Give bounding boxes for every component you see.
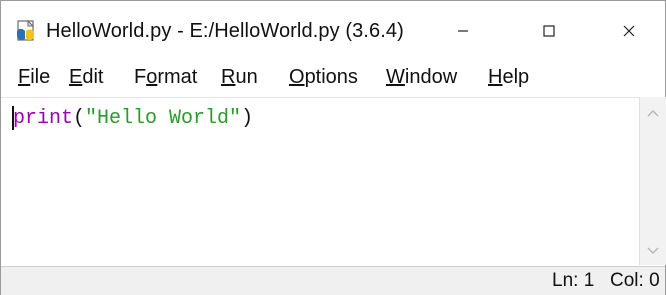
close-icon	[623, 25, 635, 37]
menu-help[interactable]: Help	[488, 66, 529, 89]
minimize-icon	[458, 30, 468, 32]
menu-options[interactable]: Options	[289, 66, 358, 89]
code-line-1[interactable]: print("Hello World")	[13, 107, 253, 130]
menu-file[interactable]: File	[18, 66, 50, 89]
menu-bar: File Edit Format Run Options Window Help	[1, 61, 665, 95]
status-column: Col: 0	[610, 270, 660, 291]
menu-format[interactable]: Format	[134, 66, 197, 89]
menu-run[interactable]: Run	[221, 66, 258, 89]
menu-edit[interactable]: Edit	[69, 66, 103, 89]
python-file-icon	[17, 19, 35, 41]
token-open-paren: (	[73, 107, 86, 130]
token-builtin: print	[13, 107, 74, 130]
token-string: "Hello World"	[85, 107, 242, 130]
window-title: HelloWorld.py - E:/HelloWorld.py (3.6.4)	[46, 20, 404, 42]
status-bar: Ln: 1 Col: 0	[1, 266, 665, 295]
title-bar[interactable]: HelloWorld.py - E:/HelloWorld.py (3.6.4)	[1, 1, 665, 61]
status-line: Ln: 1	[552, 270, 595, 291]
close-button[interactable]	[601, 13, 657, 49]
chevron-down-icon	[647, 247, 659, 254]
scroll-down-button[interactable]	[640, 241, 666, 261]
code-editor[interactable]: print("Hello World")	[1, 97, 639, 266]
maximize-icon	[543, 25, 555, 37]
vertical-scrollbar[interactable]	[639, 97, 666, 265]
token-close-paren: )	[241, 107, 254, 130]
minimize-button[interactable]	[435, 13, 491, 49]
scroll-up-button[interactable]	[640, 103, 666, 123]
idle-editor-window: HelloWorld.py - E:/HelloWorld.py (3.6.4)…	[0, 0, 666, 295]
maximize-button[interactable]	[521, 13, 577, 49]
chevron-up-icon	[647, 110, 659, 117]
menu-window[interactable]: Window	[386, 66, 457, 89]
